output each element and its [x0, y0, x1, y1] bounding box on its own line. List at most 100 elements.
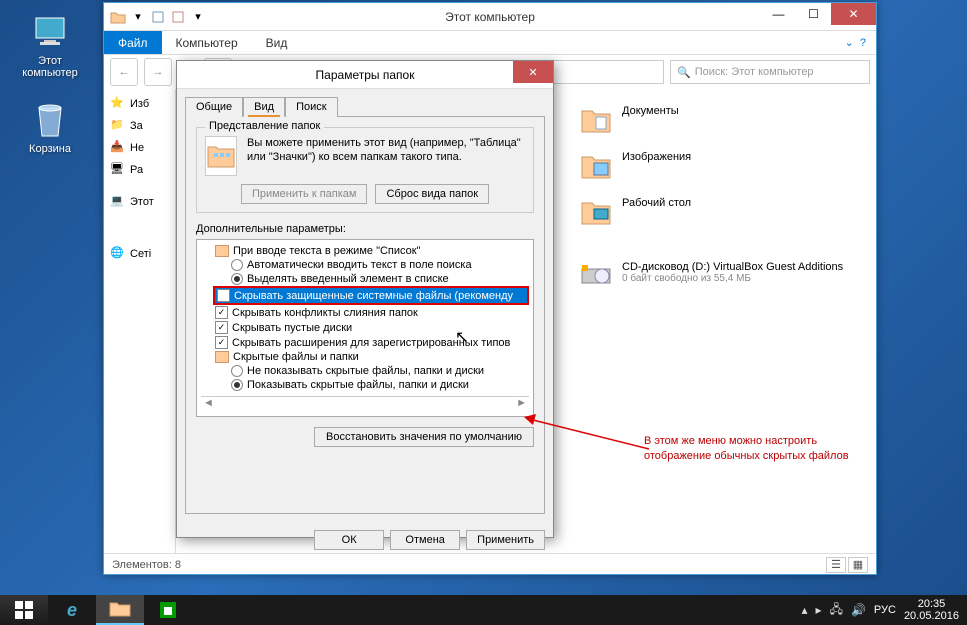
desktop-icon-recycle-bin[interactable]: Корзина [15, 100, 85, 155]
cancel-button[interactable]: Отмена [390, 530, 460, 550]
sidebar-item[interactable]: 📁За [104, 115, 175, 137]
qat-icon[interactable] [170, 9, 186, 25]
group-legend: Представление папок [205, 120, 324, 132]
network-icon: 🌐 [110, 246, 126, 262]
radio-icon[interactable] [231, 365, 243, 377]
apply-to-folders-button[interactable]: Применить к папкам [241, 184, 368, 204]
radio-icon[interactable] [231, 273, 243, 285]
start-button[interactable] [0, 595, 48, 625]
group-text: Вы можете применить этот вид (например, … [247, 136, 525, 165]
taskbar-store-button[interactable] [144, 595, 192, 625]
desktop-icon: 🖥 [110, 162, 126, 178]
desktop-icon-this-pc[interactable]: Этот компьютер [15, 12, 85, 79]
folder-preview-icon [205, 136, 237, 176]
taskbar: e ▴ ▸ 🖧 🔊 РУС 20:35 20.05.2016 [0, 595, 967, 625]
tree-item[interactable]: Выделять введенный элемент в списке [201, 272, 529, 286]
sidebar-item[interactable]: 📥Не [104, 137, 175, 159]
tab-view[interactable]: Вид [243, 97, 285, 117]
dialog-close-button[interactable]: ✕ [513, 61, 553, 83]
cursor-icon: ↖ [455, 327, 468, 347]
tab-view[interactable]: Вид [252, 31, 302, 54]
annotation-text: В этом же меню можно настроить отображен… [644, 434, 864, 464]
tree-item[interactable]: ✓Скрывать пустые диски [201, 320, 529, 335]
status-text: Элементов: 8 [112, 559, 181, 571]
folder-options-dialog: Параметры папок ✕ Общие Вид Поиск Предст… [176, 60, 554, 538]
folder-icon [580, 151, 612, 181]
titlebar[interactable]: ▾ ▾ Этот компьютер — ☐ ✕ [104, 3, 876, 31]
sidebar: ⭐Изб 📁За 📥Не 🖥Ра 💻Этот 🌐Сеті [104, 89, 176, 553]
ribbon-expand-icon[interactable]: ⌄ ? [835, 31, 876, 54]
drive-cd[interactable]: CD-дисковод (D:) VirtualBox Guest Additi… [574, 253, 868, 299]
folder-icon [580, 105, 612, 135]
desktop-icon-label: Корзина [29, 143, 71, 155]
dialog-title: Параметры папок [316, 68, 415, 82]
advanced-settings-tree[interactable]: При вводе текста в режиме "Список" Автом… [196, 239, 534, 417]
close-button[interactable]: ✕ [831, 3, 876, 25]
tray-up-icon[interactable]: ▴ [802, 603, 808, 617]
folder-views-group: Представление папок Вы можете применить … [196, 127, 534, 213]
dialog-titlebar[interactable]: Параметры папок ✕ [177, 61, 553, 89]
radio-icon[interactable] [231, 379, 243, 391]
tray-language[interactable]: РУС [874, 604, 896, 616]
qat-icon[interactable] [150, 9, 166, 25]
search-input[interactable]: 🔍 Поиск: Этот компьютер [670, 60, 870, 84]
folder-icon [580, 197, 612, 227]
qat-dropdown-icon[interactable]: ▾ [190, 9, 206, 25]
tray-flag-icon[interactable]: ▸ [816, 603, 822, 617]
tree-item[interactable]: Показывать скрытые файлы, папки и диски [201, 378, 529, 392]
checkbox-icon[interactable]: ✓ [215, 321, 228, 334]
sidebar-item-thispc[interactable]: 💻Этот [104, 191, 175, 213]
sidebar-item[interactable]: 🖥Ра [104, 159, 175, 181]
tree-item[interactable]: Скрытые файлы и папки [201, 350, 529, 364]
tree-item-highlighted[interactable]: Скрывать защищенные системные файлы (рек… [213, 286, 529, 305]
sidebar-item-favorites[interactable]: ⭐Изб [104, 93, 175, 115]
reset-folders-button[interactable]: Сброс вида папок [375, 184, 489, 204]
folder-icon [215, 351, 229, 363]
tree-item[interactable]: ✓Скрывать расширения для зарегистрирован… [201, 335, 529, 350]
forward-button[interactable]: → [144, 58, 172, 86]
tree-item[interactable]: ✓Скрывать конфликты слияния папок [201, 305, 529, 320]
drive-label: CD-дисковод (D:) VirtualBox Guest Additi… [622, 261, 843, 273]
folder-desktop[interactable]: Рабочий стол [574, 189, 868, 235]
folder-documents[interactable]: Документы [574, 97, 868, 143]
bin-icon [30, 100, 70, 140]
folder-icon [110, 9, 126, 25]
tray-volume-icon[interactable]: 🔊 [851, 603, 866, 617]
tab-file[interactable]: Файл [104, 31, 162, 54]
search-icon: 🔍 [677, 66, 691, 79]
checkbox-icon[interactable] [217, 289, 230, 302]
minimize-button[interactable]: — [761, 3, 796, 25]
ribbon-tabs: Файл Компьютер Вид ⌄ ? [104, 31, 876, 55]
tree-item[interactable]: Не показывать скрытые файлы, папки и дис… [201, 364, 529, 378]
checkbox-icon[interactable]: ✓ [215, 306, 228, 319]
folder-pictures[interactable]: Изображения [574, 143, 868, 189]
tray-network-icon[interactable]: 🖧 [830, 600, 843, 621]
tab-general[interactable]: Общие [185, 97, 243, 117]
horizontal-scrollbar[interactable]: ◄► [201, 396, 529, 409]
taskbar-explorer-button[interactable] [96, 595, 144, 625]
ok-button[interactable]: ОК [314, 530, 384, 550]
sidebar-item-network[interactable]: 🌐Сеті [104, 243, 175, 265]
view-large-icon[interactable]: ▦ [848, 557, 868, 573]
window-title: Этот компьютер [445, 10, 535, 24]
desktop-icon-label: Этот компьютер [22, 55, 77, 79]
properties-icon[interactable]: ▾ [130, 9, 146, 25]
tab-search[interactable]: Поиск [285, 97, 337, 117]
monitor-icon [30, 12, 70, 52]
restore-defaults-button[interactable]: Восстановить значения по умолчанию [314, 427, 534, 447]
radio-icon[interactable] [231, 259, 243, 271]
checkbox-icon[interactable]: ✓ [215, 336, 228, 349]
folder-label: Документы [622, 105, 679, 117]
taskbar-ie-button[interactable]: e [48, 595, 96, 625]
tree-item[interactable]: При вводе текста в режиме "Список" [201, 244, 529, 258]
view-details-icon[interactable]: ☰ [826, 557, 846, 573]
apply-button[interactable]: Применить [466, 530, 545, 550]
tree-item[interactable]: Автоматически вводить текст в поле поиск… [201, 258, 529, 272]
maximize-button[interactable]: ☐ [796, 3, 831, 25]
tab-computer[interactable]: Компьютер [162, 31, 252, 54]
back-button[interactable]: ← [110, 58, 138, 86]
folder-label: Изображения [622, 151, 691, 163]
advanced-label: Дополнительные параметры: [196, 223, 534, 235]
folder-label: Рабочий стол [622, 197, 691, 209]
tray-clock[interactable]: 20:35 20.05.2016 [904, 598, 959, 622]
